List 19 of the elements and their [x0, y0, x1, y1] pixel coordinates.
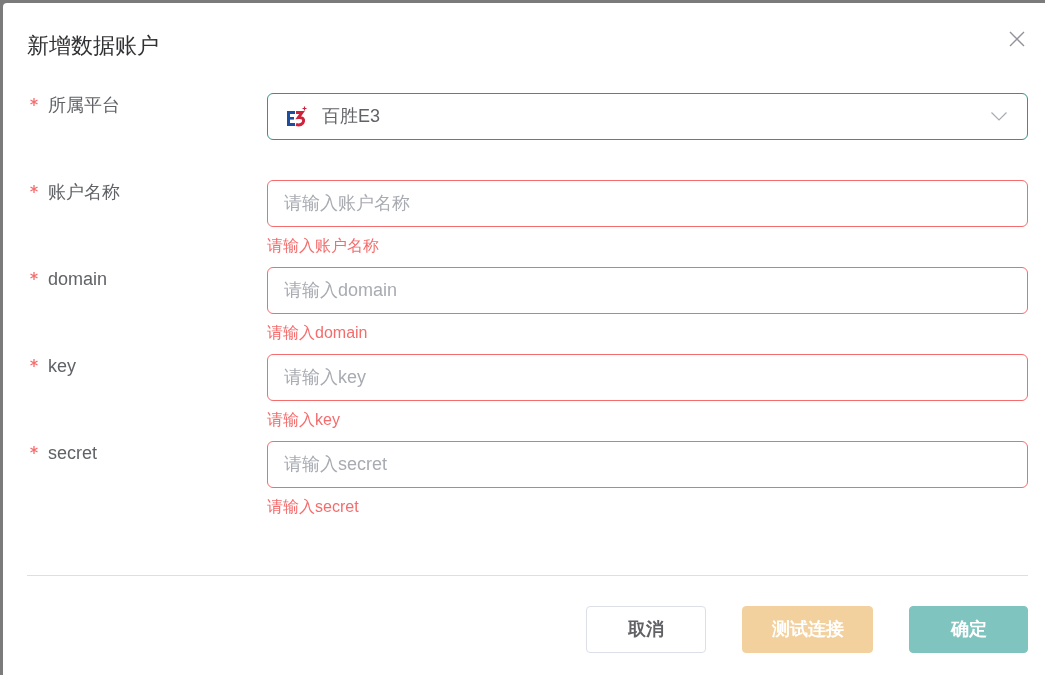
text-input[interactable]: 请输入账户名称: [267, 180, 1028, 227]
platform-select[interactable]: 百胜E3: [267, 93, 1028, 140]
error-message: 请输入key: [267, 410, 341, 430]
text-input[interactable]: 请输入key: [267, 354, 1028, 401]
field-label: domain: [48, 268, 108, 291]
error-message: 请输入账户名称: [267, 236, 380, 256]
error-message: 请输入domain: [267, 323, 369, 343]
field-label: key: [48, 355, 76, 378]
dialog-title: 新增数据账户: [27, 32, 159, 60]
text-input[interactable]: 请输入domain: [267, 267, 1028, 314]
text-input[interactable]: 请输入secret: [267, 441, 1028, 488]
platform-logo-icon: [286, 106, 307, 127]
error-message: 请输入secret: [267, 497, 360, 517]
chevron-down-icon: [991, 112, 1007, 121]
field-label: 所属平台: [48, 94, 120, 117]
field-label: secret: [48, 442, 98, 465]
close-icon[interactable]: [1009, 31, 1025, 47]
dialog-button[interactable]: 取消: [586, 606, 706, 653]
field-label: 账户名称: [48, 181, 120, 204]
